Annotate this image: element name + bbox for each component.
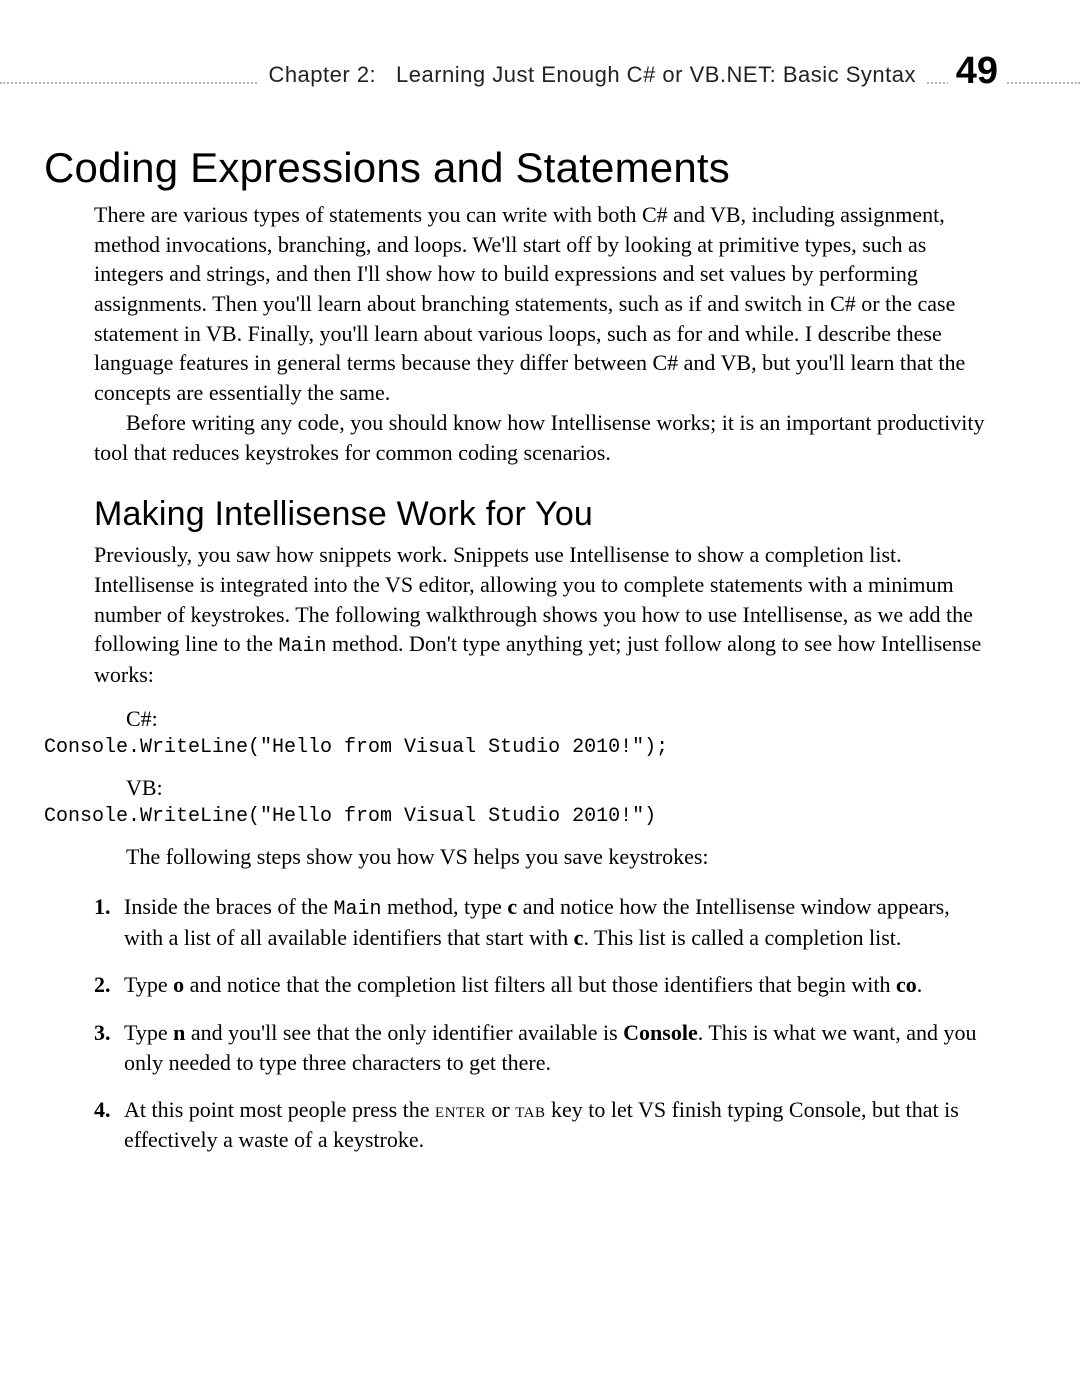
key-c: c	[507, 894, 517, 919]
page: Chapter 2: Learning Just Enough C# or VB…	[0, 0, 1080, 1380]
intro-paragraph-2: Before writing any code, you should know…	[94, 408, 986, 467]
csharp-label: C#:	[126, 706, 986, 732]
step-number: 1.	[94, 892, 111, 922]
text: At this point most people press the	[124, 1097, 435, 1122]
step-number: 3.	[94, 1018, 111, 1048]
list-item: 1. Inside the braces of the Main method,…	[94, 892, 986, 953]
section-heading: Coding Expressions and Statements	[44, 144, 986, 192]
text: Inside the braces of the	[124, 894, 334, 919]
key-c: c	[574, 925, 584, 950]
key-o: o	[173, 972, 184, 997]
vb-label: VB:	[126, 775, 986, 801]
text: Type	[124, 1020, 173, 1045]
text: and notice that the completion list filt…	[184, 972, 896, 997]
enter-key: enter	[435, 1097, 486, 1122]
text: Type	[124, 972, 173, 997]
text: or	[486, 1097, 515, 1122]
steps-list: 1. Inside the braces of the Main method,…	[94, 892, 986, 1155]
chapter-title: Learning Just Enough C# or VB.NET: Basic…	[396, 62, 916, 87]
text: and you'll see that the only identifier …	[185, 1020, 623, 1045]
intro-paragraph-1: There are various types of statements yo…	[94, 200, 986, 408]
list-item: 3. Type n and you'll see that the only i…	[94, 1018, 986, 1077]
csharp-code-block: Console.WriteLine("Hello from Visual Stu…	[44, 736, 986, 759]
steps-intro: The following steps show you how VS help…	[94, 842, 986, 872]
key-n: n	[173, 1020, 185, 1045]
main-method-code: Main	[279, 635, 327, 658]
subsection-heading: Making Intellisense Work for You	[94, 495, 986, 534]
text: . This list is called a completion list.	[583, 925, 901, 950]
step-number: 2.	[94, 970, 111, 1000]
chapter-breadcrumb: Chapter 2: Learning Just Enough C# or VB…	[258, 62, 926, 88]
chapter-label: Chapter 2:	[268, 62, 376, 87]
text: .	[917, 972, 923, 997]
page-number: 49	[948, 50, 1006, 93]
tab-key: tab	[515, 1097, 545, 1122]
running-header: Chapter 2: Learning Just Enough C# or VB…	[94, 60, 986, 100]
vb-code-block: Console.WriteLine("Hello from Visual Stu…	[44, 805, 986, 828]
list-item: 4. At this point most people press the e…	[94, 1095, 986, 1154]
list-item: 2. Type o and notice that the completion…	[94, 970, 986, 1000]
subsection-paragraph: Previously, you saw how snippets work. S…	[94, 540, 986, 690]
main-method-code: Main	[334, 898, 382, 921]
key-co: co	[896, 972, 917, 997]
text: method, type	[382, 894, 508, 919]
console-identifier: Console	[623, 1020, 698, 1045]
step-number: 4.	[94, 1095, 111, 1125]
